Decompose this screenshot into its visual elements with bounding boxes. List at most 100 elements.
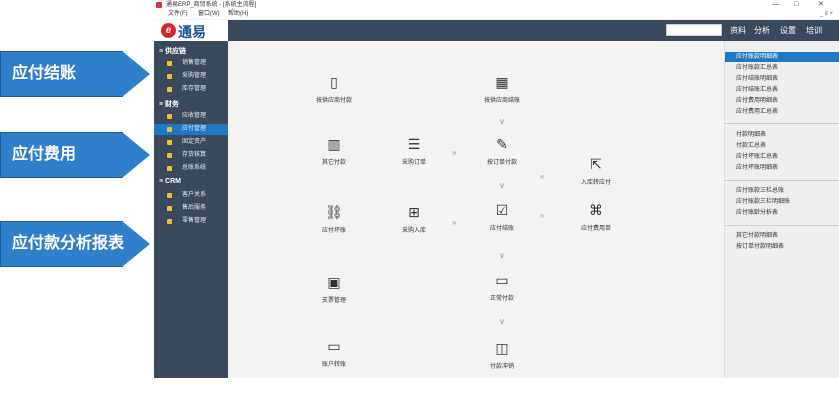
fixed-assets-icon [167, 140, 172, 145]
calendar-plus-icon: ⊞ [408, 204, 420, 220]
flow-check-management[interactable]: ▣ 支票管理 [304, 273, 364, 304]
report-item[interactable]: 按订单付款明细表 [725, 242, 839, 252]
report-item[interactable]: 应付账龄分析表 [725, 208, 839, 218]
sales-icon [167, 61, 172, 66]
window-title: 通易ERP_商贸系统 - [系统主流程] [166, 2, 257, 8]
flow-purchase-order[interactable]: ☰ 采购订单 [384, 135, 444, 166]
topnav-training[interactable]: 培训 [806, 25, 822, 36]
sidebar-item-ledger[interactable]: 总账系统 [154, 163, 228, 174]
title-bar: 通易ERP_商贸系统 - [系统主流程] — □ ✕ [154, 0, 839, 10]
report-item[interactable]: 应付账款汇总表 [725, 63, 839, 73]
topnav-settings[interactable]: 设置 [780, 25, 796, 36]
maximize-icon[interactable]: □ [794, 0, 798, 10]
arrow-down-icon: ∨ [499, 117, 505, 126]
flow-inbound-to-payable[interactable]: ⇱ 入库转应付 [566, 155, 626, 186]
stock-accounting-icon [167, 153, 172, 158]
report-item[interactable]: 应付费用汇总表 [725, 107, 839, 117]
flow-order-payment[interactable]: ✎ 按订单付款 [472, 135, 532, 166]
report-item[interactable]: 付款汇总表 [725, 141, 839, 151]
sidebar-item-inventory[interactable]: 库存管理 [154, 84, 228, 95]
flow-account-transfer[interactable]: ▭ 账户转账 [304, 337, 364, 368]
after-sales-icon [167, 206, 172, 211]
logo-mark: e [161, 23, 176, 38]
sidebar-item-retail[interactable]: 零售管理 [154, 216, 228, 227]
check-square-icon: ☑ [495, 202, 509, 218]
logo: e 通易 [154, 20, 228, 41]
sidebar: ≡ 供应链 销售管理 采购管理 库存管理 ≡ 财务 应收管理 应付管理 固定资产… [154, 41, 228, 378]
payable-icon [167, 127, 172, 132]
sidebar-item-receivable[interactable]: 应收管理 [154, 111, 228, 122]
divider [725, 225, 839, 226]
app-window: 通易ERP_商贸系统 - [系统主流程] — □ ✕ 文件(F) 窗口(W) 帮… [154, 0, 839, 378]
flow-other-payment[interactable]: ▥ 其它付款 [304, 135, 364, 166]
file-code-icon: ⌘ [589, 202, 603, 218]
report-item[interactable]: 应付费用明细表 [725, 96, 839, 106]
sidebar-section-crm[interactable]: ≡ CRM [159, 178, 181, 185]
app-icon [156, 2, 162, 8]
menu-file[interactable]: 文件(F) [168, 10, 188, 19]
tablet-icon: ▯ [330, 74, 338, 90]
minimize-icon[interactable]: — [772, 0, 779, 10]
logo-text: 通易 [178, 24, 206, 40]
callout-label: 应付结账 [12, 65, 77, 82]
report-panel: 应付账款明细表 应付账款汇总表 应付结账明细表 应付结账汇总表 应付费用明细表 … [724, 41, 839, 378]
columns-icon: ◫ [495, 340, 509, 356]
card-icon: ▭ [495, 272, 509, 288]
customer-icon [167, 193, 172, 198]
edit-icon: ✎ [496, 136, 508, 152]
purchase-icon [167, 74, 172, 79]
callout-payable-report: 应付款分析报表 [0, 221, 150, 267]
sidebar-item-customer[interactable]: 客户关系 [154, 190, 228, 201]
report-item[interactable]: 应付结账汇总表 [725, 85, 839, 95]
report-item[interactable]: 应付坏账明细表 [725, 163, 839, 173]
menu-bar: 文件(F) 窗口(W) 帮助(H) _ ♯ × [154, 10, 839, 19]
flow-purchase-inbound[interactable]: ⊞ 采购入库 [384, 203, 444, 234]
inventory-icon [167, 87, 172, 92]
sidebar-section-finance[interactable]: ≡ 财务 [159, 99, 179, 109]
unlink-icon: ⛓ [325, 204, 343, 220]
report-item[interactable]: 应付账款三栏总账 [725, 186, 839, 196]
search-input[interactable] [666, 24, 722, 36]
sidebar-section-supply[interactable]: ≡ 供应链 [159, 46, 186, 56]
flow-by-supplier-payment[interactable]: ▯ 按供应商付款 [304, 73, 364, 104]
flow-normal-payment[interactable]: ▭ 正常付款 [472, 271, 532, 302]
share-icon: ⇱ [590, 156, 602, 172]
topnav-analysis[interactable]: 分析 [754, 25, 770, 36]
flow-payment-offset[interactable]: ◫ 付款冲销 [472, 339, 532, 370]
sidebar-item-after-sales[interactable]: 售后服务 [154, 203, 228, 214]
money-icon: ▣ [327, 274, 341, 290]
mdi-controls[interactable]: _ ♯ × [820, 10, 833, 19]
menu-window[interactable]: 窗口(W) [198, 10, 220, 19]
report-item[interactable]: 应付账款明细表 [725, 52, 839, 62]
arrow-right-icon: » [452, 218, 457, 227]
report-item[interactable]: 其它付款明细表 [725, 231, 839, 241]
report-item[interactable]: 应付账款三栏明细账 [725, 197, 839, 207]
ledger-icon [167, 166, 172, 171]
menu-help[interactable]: 帮助(H) [228, 10, 248, 19]
callout-payable-settle: 应付结账 [0, 51, 150, 97]
flow-payable-settle[interactable]: ☑ 应付结账 [472, 201, 532, 232]
callout-payable-expense: 应付费用 [0, 132, 150, 178]
arrow-left-icon: « [540, 172, 545, 181]
divider [725, 180, 839, 181]
callout-label: 应付费用 [12, 146, 77, 163]
report-item[interactable]: 应付结账明细表 [725, 74, 839, 84]
close-icon[interactable]: ✕ [818, 0, 824, 10]
sidebar-item-purchase[interactable]: 采购管理 [154, 71, 228, 82]
flow-payable-expense[interactable]: ⌘ 应付费用单 [566, 201, 626, 232]
arrow-down-icon: ∨ [499, 317, 505, 326]
arrow-right-icon: » [452, 148, 457, 157]
report-item[interactable]: 付款明细表 [725, 130, 839, 140]
list-icon: ☰ [407, 136, 421, 152]
flow-panel: ▯ 按供应商付款 ▦ 按供应商结账 ∨ ▥ 其它付款 ☰ 采购订单 » ✎ 按订… [228, 41, 724, 378]
report-item[interactable]: 应付坏账汇总表 [725, 152, 839, 162]
sidebar-item-stock-accounting[interactable]: 存货核算 [154, 150, 228, 161]
callout-label: 应付款分析报表 [12, 235, 125, 252]
flow-by-supplier-settle[interactable]: ▦ 按供应商结账 [472, 73, 532, 104]
sidebar-item-sales[interactable]: 销售管理 [154, 58, 228, 69]
sidebar-item-fixed-assets[interactable]: 固定资产 [154, 137, 228, 148]
arrow-left-icon: « [540, 211, 545, 220]
flow-payable-badloan[interactable]: ⛓ 应付坏账 [304, 203, 364, 234]
topnav-data[interactable]: 资料 [730, 25, 746, 36]
sidebar-item-payable[interactable]: 应付管理 [154, 124, 228, 135]
